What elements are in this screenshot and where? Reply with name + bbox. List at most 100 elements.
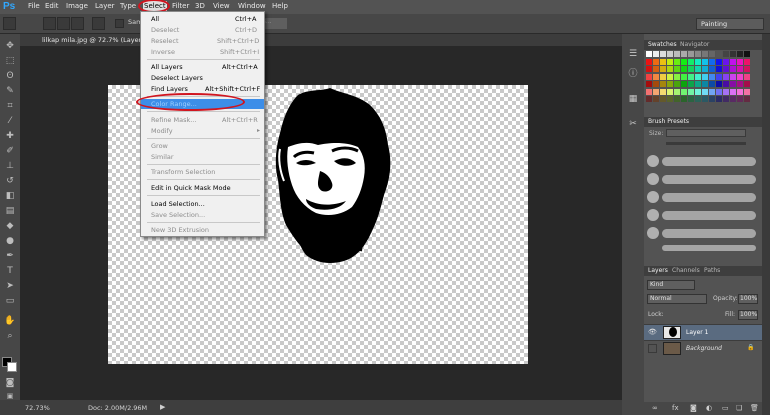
color-swatch[interactable]	[667, 96, 673, 102]
color-swatch[interactable]	[674, 51, 680, 57]
hand-tool-icon[interactable]: ✋	[4, 315, 16, 327]
color-swatch[interactable]	[723, 66, 729, 72]
color-swatch[interactable]	[646, 66, 652, 72]
color-swatch[interactable]	[674, 88, 680, 95]
menu-item-grow[interactable]: Grow	[141, 141, 264, 151]
color-swatch[interactable]	[653, 66, 659, 72]
color-swatch[interactable]	[695, 88, 701, 95]
color-swatch[interactable]	[730, 66, 736, 72]
quick-selection-tool-icon[interactable]: ✎	[4, 85, 16, 97]
brush-tool-icon[interactable]: ✐	[4, 145, 16, 157]
document-tab[interactable]: lilkap mila.jpg @ 72.7% (Layer 1, RGB/8)	[20, 34, 622, 46]
color-swatch[interactable]	[716, 58, 722, 65]
workspace-select[interactable]: Painting	[696, 18, 764, 30]
layer-row-background[interactable]: Background 🔒	[644, 340, 762, 356]
color-swatch[interactable]	[695, 51, 701, 57]
color-swatch[interactable]	[653, 81, 659, 87]
brush-size-slider[interactable]	[666, 142, 746, 145]
brush-preset-tip[interactable]	[647, 173, 659, 185]
color-swatch[interactable]	[716, 66, 722, 72]
color-swatch[interactable]	[716, 88, 722, 95]
eraser-tool-icon[interactable]: ◧	[4, 190, 16, 202]
color-swatch[interactable]	[730, 81, 736, 87]
color-swatch[interactable]	[702, 96, 708, 102]
color-swatch[interactable]	[646, 51, 652, 57]
color-swatch[interactable]	[681, 73, 687, 80]
color-swatch[interactable]	[688, 58, 694, 65]
color-swatch[interactable]	[702, 73, 708, 80]
history-brush-icon[interactable]: ↺	[4, 175, 16, 187]
color-swatch[interactable]	[730, 51, 736, 57]
color-swatch[interactable]	[716, 51, 722, 57]
menu-item-deselect-layers[interactable]: Deselect Layers	[141, 73, 264, 83]
shape-tool-icon[interactable]: ▭	[4, 295, 16, 307]
layer-name[interactable]: Layer 1	[686, 329, 708, 336]
zoom-tool-icon[interactable]: ⌕	[4, 330, 16, 342]
color-swatch[interactable]	[660, 66, 666, 72]
color-swatch[interactable]	[681, 66, 687, 72]
adjustment-layer-icon[interactable]: ◐	[706, 404, 712, 412]
panel-scrollbar[interactable]	[762, 34, 770, 415]
blend-mode-select[interactable]: Normal	[647, 294, 707, 304]
lasso-tool-icon[interactable]: ʘ	[4, 70, 16, 82]
color-swatch[interactable]	[667, 81, 673, 87]
color-swatch[interactable]	[681, 88, 687, 95]
tool-preset-button[interactable]	[3, 17, 16, 30]
brush-preset-stroke[interactable]	[662, 229, 756, 238]
color-swatch[interactable]	[667, 66, 673, 72]
brush-preset-tip[interactable]	[647, 155, 659, 167]
menu-item-deselect[interactable]: Deselect Ctrl+D	[141, 25, 264, 35]
color-swatch[interactable]	[646, 88, 652, 95]
subtract-selection-icon[interactable]	[71, 17, 84, 30]
color-swatch[interactable]	[688, 81, 694, 87]
color-swatch[interactable]	[660, 96, 666, 102]
background-color-swatch[interactable]	[7, 362, 17, 372]
tab-brush-presets[interactable]: Brush Presets	[648, 118, 689, 125]
color-swatch[interactable]	[723, 88, 729, 95]
color-swatch[interactable]	[681, 51, 687, 57]
color-swatch[interactable]	[646, 58, 652, 65]
layer-row-layer-1[interactable]: 👁 Layer 1	[644, 324, 762, 340]
color-swatch[interactable]	[744, 51, 750, 57]
menu-item-transform-selection[interactable]: Transform Selection	[141, 167, 264, 177]
color-swatch[interactable]	[660, 81, 666, 87]
menu-type[interactable]: Type	[120, 2, 136, 10]
color-swatch[interactable]	[695, 81, 701, 87]
color-swatch[interactable]	[702, 88, 708, 95]
tab-channels[interactable]: Channels	[672, 267, 700, 274]
add-mask-icon[interactable]: ◙	[690, 404, 697, 412]
color-swatch[interactable]	[646, 73, 652, 80]
color-swatch[interactable]	[695, 58, 701, 65]
color-swatch[interactable]	[660, 88, 666, 95]
history-panel-icon[interactable]: ☰	[627, 48, 639, 60]
sample-checkbox[interactable]	[115, 19, 124, 28]
color-swatch[interactable]	[709, 88, 715, 95]
color-swatch[interactable]	[681, 58, 687, 65]
clone-stamp-icon[interactable]: ⊥	[4, 160, 16, 172]
color-swatch[interactable]	[688, 66, 694, 72]
color-swatch[interactable]	[737, 73, 743, 80]
color-swatch[interactable]	[660, 73, 666, 80]
color-swatch[interactable]	[730, 58, 736, 65]
color-swatch[interactable]	[709, 81, 715, 87]
color-swatch[interactable]	[737, 58, 743, 65]
zoom-level[interactable]: 72.73%	[25, 404, 50, 412]
brush-size-field[interactable]	[666, 129, 746, 137]
color-swatch[interactable]	[653, 88, 659, 95]
menu-image[interactable]: Image	[66, 2, 88, 10]
color-swatch[interactable]	[709, 96, 715, 102]
brush-preset-stroke[interactable]	[662, 157, 756, 166]
tools-options-icon[interactable]: ✂	[627, 118, 639, 130]
link-layers-icon[interactable]: ∞	[652, 404, 658, 412]
adjustments-panel-icon[interactable]: ▦	[627, 93, 639, 105]
color-swatch[interactable]	[688, 73, 694, 80]
color-swatch[interactable]	[646, 96, 652, 102]
swatch-grid[interactable]	[646, 51, 756, 105]
color-swatch[interactable]	[674, 81, 680, 87]
color-swatch[interactable]	[709, 58, 715, 65]
color-swatch[interactable]	[653, 51, 659, 57]
color-swatch[interactable]	[674, 66, 680, 72]
healing-tool-icon[interactable]: ✚	[4, 130, 16, 142]
tab-paths[interactable]: Paths	[704, 267, 720, 274]
color-swatch[interactable]	[716, 81, 722, 87]
